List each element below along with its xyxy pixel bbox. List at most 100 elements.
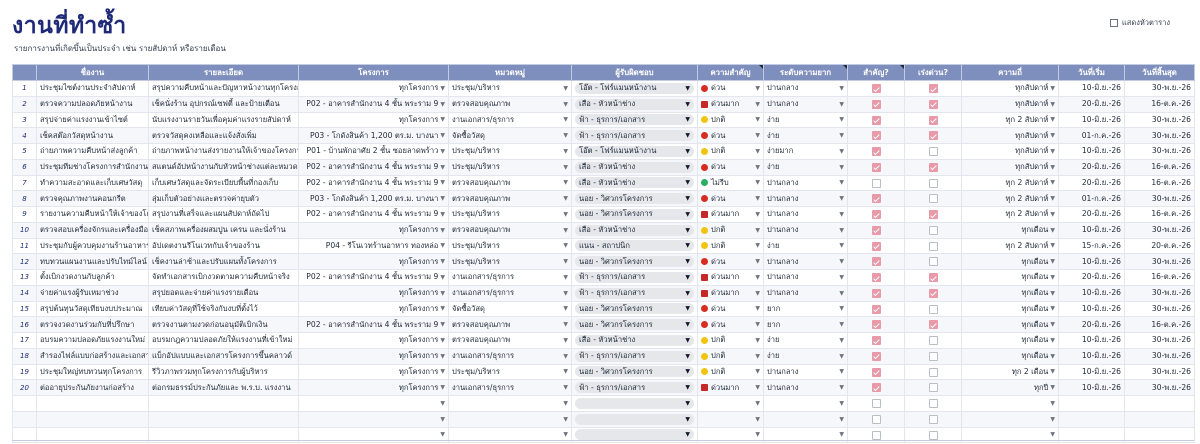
chevron-down-icon[interactable]: ▼ (755, 384, 760, 391)
task-name-cell[interactable]: ทบทวนแผนงานและปรับไทม์ไลน์ (36, 253, 149, 270)
chevron-down-icon[interactable]: ▼ (1050, 179, 1055, 186)
empty-cell[interactable] (1124, 395, 1195, 412)
task-name-cell[interactable]: ประชุมกับผู้ควบคุมงานร้านอาหาร (36, 237, 149, 255)
difficulty-dropdown[interactable]: ปานกลาง ▼ (763, 190, 848, 207)
category-dropdown[interactable]: ตรวจสอบคุณภาพ ▼ (448, 95, 572, 113)
show-header-checkbox[interactable] (1109, 19, 1118, 27)
owner-dropdown[interactable]: นอย - วิศวกรโครงการ ▼ (571, 190, 698, 207)
project-dropdown[interactable]: ทุกโครงการ ▼ (298, 253, 449, 270)
chevron-down-icon[interactable]: ▼ (839, 258, 844, 265)
difficulty-dropdown[interactable]: ง่าย ▼ (763, 347, 848, 365)
start-date-cell[interactable]: 10-มิ.ย.-26 (1058, 111, 1125, 129)
priority-dropdown[interactable]: ด่วนมาก ▼ (697, 269, 764, 286)
chevron-down-icon[interactable]: ▼ (1050, 384, 1055, 391)
task-name-cell[interactable]: ตรวจคุณภาพงานคอนกรีต (36, 190, 149, 207)
chevron-down-icon[interactable]: ▼ (755, 242, 760, 249)
chevron-down-icon[interactable]: ▼ (685, 164, 690, 171)
end-date-cell[interactable]: 30-พ.ย.-26 (1124, 300, 1195, 318)
priority-dropdown[interactable]: ด่วนมาก ▼ (697, 284, 764, 302)
priority-dropdown[interactable]: ด่วน ▼ (697, 158, 764, 176)
owner-dropdown[interactable]: ▼ (571, 395, 698, 412)
description-cell[interactable]: สรุปยอดและจ่ายค่าแรงรายเดือน (148, 284, 299, 302)
important-checkbox[interactable] (871, 162, 881, 172)
description-cell[interactable]: จัดทำเอกสารเบิกงวดตามความคืบหน้าจริง (148, 269, 299, 286)
urgent-checkbox[interactable] (928, 162, 938, 172)
chevron-down-icon[interactable]: ▼ (839, 227, 844, 234)
category-dropdown[interactable]: จัดซื้อวัสดุ ▼ (448, 300, 572, 318)
col-header-difficulty[interactable]: ระดับความยาก (763, 64, 848, 81)
owner-dropdown[interactable]: เสือ - หัวหน้าช่าง ▼ (571, 158, 698, 176)
chevron-down-icon[interactable]: ▼ (1050, 85, 1055, 92)
chevron-down-icon[interactable]: ▼ (1050, 321, 1055, 328)
chevron-down-icon[interactable]: ▼ (685, 116, 690, 123)
end-date-cell[interactable]: 30-พ.ย.-26 (1124, 363, 1195, 381)
chevron-down-icon[interactable]: ▼ (440, 179, 445, 186)
chevron-down-icon[interactable]: ▼ (839, 85, 844, 92)
urgent-checkbox[interactable] (928, 336, 938, 346)
chevron-down-icon[interactable]: ▼ (839, 274, 844, 281)
empty-cell[interactable] (1058, 410, 1125, 428)
end-date-cell[interactable]: 16-ต.ค.-26 (1124, 206, 1195, 223)
start-date-cell[interactable]: 20-มิ.ย.-26 (1058, 174, 1125, 192)
urgent-checkbox[interactable] (928, 383, 938, 393)
priority-dropdown[interactable]: ไม่รีบ ▼ (697, 174, 764, 192)
frequency-dropdown[interactable]: ทุกเดือน ▼ (961, 269, 1059, 286)
col-header-priority[interactable]: ความสำคัญ (697, 64, 764, 81)
task-name-cell[interactable]: เช็คสต๊อกวัสดุหน้างาน (36, 127, 149, 144)
category-dropdown[interactable]: ประชุม/บริหาร ▼ (448, 253, 572, 270)
project-dropdown[interactable]: P01 - บ้านพักอาศัย 2 ชั้น ซอยลาดพร้าว ▼ (298, 143, 449, 160)
end-date-cell[interactable]: 30-พ.ย.-26 (1124, 190, 1195, 207)
description-cell[interactable]: เช็คสภาพเครื่องผสมปูน เครน และนั่งร้าน (148, 221, 299, 239)
chevron-down-icon[interactable]: ▼ (1050, 258, 1055, 265)
frequency-dropdown[interactable]: ทุกเดือน ▼ (961, 300, 1059, 318)
chevron-down-icon[interactable]: ▼ (839, 353, 844, 360)
task-name-cell[interactable]: ถ่ายภาพความคืบหน้าส่งลูกค้า (36, 143, 149, 160)
chevron-down-icon[interactable]: ▼ (839, 211, 844, 218)
chevron-down-icon[interactable]: ▼ (755, 290, 760, 297)
important-checkbox[interactable] (871, 351, 881, 361)
task-name-cell[interactable]: ทำความสะอาดและเก็บเศษวัสดุ (36, 174, 149, 192)
project-dropdown[interactable]: ทุกโครงการ ▼ (298, 80, 449, 97)
chevron-down-icon[interactable]: ▼ (755, 353, 760, 360)
frequency-dropdown[interactable]: ทุก 2 เดือน ▼ (961, 363, 1059, 381)
task-name-cell[interactable]: สรุปต้นทุนวัสดุเทียบงบประมาณ (36, 300, 149, 318)
chevron-down-icon[interactable]: ▼ (440, 321, 445, 328)
col-header-project[interactable]: โครงการ (298, 64, 449, 81)
urgent-checkbox[interactable] (928, 351, 938, 361)
priority-dropdown[interactable]: ด่วน ▼ (697, 316, 764, 333)
urgent-checkbox[interactable] (928, 131, 938, 141)
chevron-down-icon[interactable]: ▼ (685, 179, 690, 186)
frequency-dropdown[interactable]: ▼ (961, 395, 1059, 412)
task-name-cell[interactable]: ต่ออายุประกันภัยงานก่อสร้าง (36, 379, 149, 396)
end-date-cell[interactable]: 30-พ.ย.-26 (1124, 221, 1195, 239)
task-name-cell[interactable]: ประชุมไซต์งานประจำสัปดาห์ (36, 80, 149, 97)
description-cell[interactable]: สแตนด์อัปหน้างานกับหัวหน้าช่างแต่ละหมวด (148, 158, 299, 176)
owner-dropdown[interactable]: เสือ - หัวหน้าช่าง ▼ (571, 332, 698, 349)
difficulty-dropdown[interactable]: ง่าย ▼ (763, 111, 848, 129)
frequency-dropdown[interactable]: ทุก 2 สัปดาห์ ▼ (961, 190, 1059, 207)
chevron-down-icon[interactable]: ▼ (839, 290, 844, 297)
start-date-cell[interactable]: 10-มิ.ย.-26 (1058, 363, 1125, 381)
difficulty-dropdown[interactable]: ▼ (763, 395, 848, 412)
chevron-down-icon[interactable]: ▼ (1050, 227, 1055, 234)
priority-dropdown[interactable]: ปกติ ▼ (697, 143, 764, 160)
project-dropdown[interactable]: P02 - อาคารสำนักงาน 4 ชั้น พระราม 9 ▼ (298, 316, 449, 333)
category-dropdown[interactable]: ตรวจสอบคุณภาพ ▼ (448, 221, 572, 239)
description-cell[interactable]: ตรวจงานตามงวดก่อนอนุมัติเบิกเงิน (148, 316, 299, 333)
end-date-cell[interactable]: 16-ต.ค.-26 (1124, 158, 1195, 176)
urgent-checkbox[interactable] (928, 257, 938, 267)
frequency-dropdown[interactable]: ทุกเดือน ▼ (961, 316, 1059, 333)
chevron-down-icon[interactable]: ▼ (755, 179, 760, 186)
chevron-down-icon[interactable]: ▼ (685, 148, 690, 155)
chevron-down-icon[interactable]: ▼ (755, 85, 760, 92)
chevron-down-icon[interactable]: ▼ (1050, 211, 1055, 218)
category-dropdown[interactable]: งานเอกสาร/ธุรการ ▼ (448, 347, 572, 365)
end-date-cell[interactable]: 16-ต.ค.-26 (1124, 95, 1195, 113)
start-date-cell[interactable]: 10-มิ.ย.-26 (1058, 347, 1125, 365)
description-cell[interactable]: นับแรงงานรายวันเพื่อคุมค่าแรงรายสัปดาห์ (148, 111, 299, 129)
frequency-dropdown[interactable]: ทุกเดือน ▼ (961, 284, 1059, 302)
task-name-cell[interactable]: ตรวจสอบเครื่องจักรและเครื่องมือ (36, 221, 149, 239)
project-dropdown[interactable]: ทุกโครงการ ▼ (298, 363, 449, 381)
chevron-down-icon[interactable]: ▼ (685, 242, 690, 249)
important-checkbox[interactable] (871, 288, 881, 298)
